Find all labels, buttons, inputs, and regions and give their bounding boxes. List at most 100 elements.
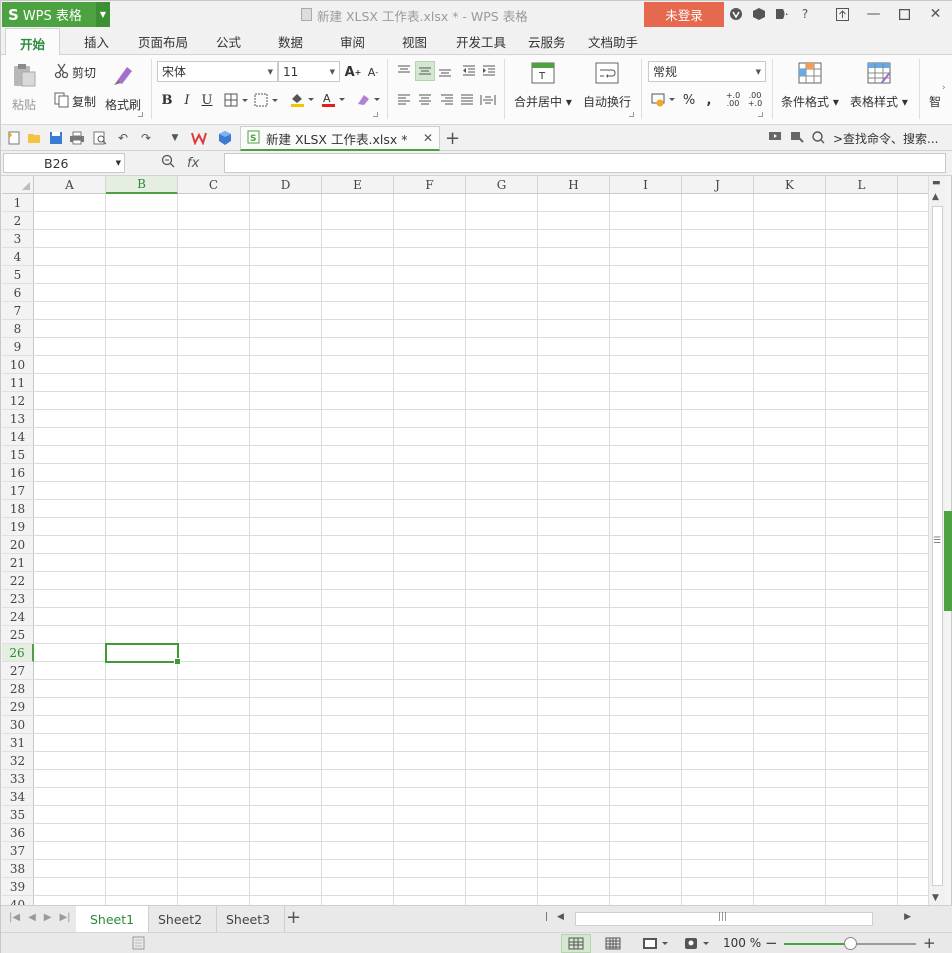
row-header[interactable]: 13 — [2, 410, 34, 428]
increase-font-icon[interactable]: A + — [343, 62, 363, 82]
close-tab-icon[interactable]: ✕ — [423, 131, 433, 145]
horizontal-scroll-thumb[interactable]: ||| — [575, 912, 873, 926]
distributed-icon[interactable] — [478, 90, 498, 110]
column-header[interactable]: F — [394, 176, 466, 194]
horizontal-scrollbar[interactable]: | ◀ ||| ▶ — [545, 912, 913, 926]
row-header[interactable]: 25 — [2, 626, 34, 644]
scroll-right-icon[interactable]: ▶ — [904, 912, 911, 922]
share-icon[interactable] — [790, 131, 804, 146]
row-header[interactable]: 6 — [2, 284, 34, 302]
zoom-slider-knob[interactable] — [844, 937, 857, 950]
scroll-down-icon[interactable]: ▼ — [932, 893, 939, 903]
row-header[interactable]: 10 — [2, 356, 34, 374]
column-header[interactable]: B — [106, 176, 178, 194]
add-sheet-icon[interactable]: + — [286, 907, 301, 928]
new-tab-icon[interactable]: + — [445, 128, 460, 149]
bold-button[interactable]: B — [157, 90, 177, 110]
side-panel-handle[interactable] — [944, 511, 952, 611]
row-header[interactable]: 17 — [2, 482, 34, 500]
row-header[interactable]: 16 — [2, 464, 34, 482]
borders-icon[interactable] — [223, 90, 251, 110]
increase-decimal-button[interactable]: +.0 .00 — [723, 90, 743, 110]
tab-data[interactable]: 数据 — [278, 32, 303, 51]
row-header[interactable]: 36 — [2, 824, 34, 842]
close-icon[interactable]: ✕ — [920, 1, 951, 27]
font-name-select[interactable]: 宋体 ▼ — [157, 61, 278, 82]
wps-icon[interactable] — [191, 130, 207, 146]
vertical-scroll-thumb[interactable] — [932, 206, 943, 886]
column-header[interactable]: D — [250, 176, 322, 194]
conditional-format-button[interactable]: 条件格式 ▾ — [781, 62, 839, 110]
decrease-indent-icon[interactable] — [459, 61, 479, 81]
column-header[interactable]: K — [754, 176, 826, 194]
font-dialog-launcher[interactable] — [373, 112, 378, 117]
row-header[interactable]: 31 — [2, 734, 34, 752]
tab-developer[interactable]: 开发工具 — [456, 32, 506, 51]
row-header[interactable]: 34 — [2, 788, 34, 806]
tab-cloud[interactable]: 云服务 — [528, 32, 566, 51]
more-tools-label[interactable]: 智 — [929, 93, 941, 110]
eye-protection-icon[interactable] — [680, 934, 714, 953]
row-header[interactable]: 33 — [2, 770, 34, 788]
splitter-icon[interactable]: | — [545, 912, 548, 922]
row-header[interactable]: 8 — [2, 320, 34, 338]
cloud-icon[interactable] — [217, 130, 233, 146]
number-format-select[interactable]: 常规 ▼ — [648, 61, 766, 82]
comma-button[interactable]: , — [699, 90, 719, 110]
row-header[interactable]: 5 — [2, 266, 34, 284]
decrease-font-icon[interactable]: A- — [363, 62, 383, 82]
format-painter-button[interactable]: 格式刷 — [105, 63, 141, 113]
row-header[interactable]: 35 — [2, 806, 34, 824]
row-header[interactable]: 9 — [2, 338, 34, 356]
column-header[interactable]: G — [466, 176, 538, 194]
align-left-icon[interactable] — [394, 90, 414, 110]
customize-dropdown-icon[interactable]: ▼ — [167, 130, 183, 146]
name-box[interactable]: B26 ▼ — [3, 153, 125, 173]
help-icon[interactable]: ? — [797, 5, 813, 23]
table-style-button[interactable]: 表格样式 ▾ — [850, 62, 908, 110]
column-header[interactable]: E — [322, 176, 394, 194]
copy-button[interactable]: 复制 — [54, 92, 96, 111]
row-header[interactable]: 38 — [2, 860, 34, 878]
document-tab[interactable]: S 新建 XLSX 工作表.xlsx * ✕ — [240, 126, 440, 151]
row-header[interactable]: 7 — [2, 302, 34, 320]
save-icon[interactable] — [48, 130, 64, 146]
command-search-input[interactable]: >查找命令、搜索... — [833, 130, 939, 147]
tab-doc-assistant[interactable]: 文档助手 — [588, 32, 638, 51]
tab-insert[interactable]: 插入 — [84, 32, 109, 51]
font-color-icon[interactable]: A — [319, 90, 349, 110]
row-header[interactable]: 23 — [2, 590, 34, 608]
column-header[interactable]: C — [178, 176, 250, 194]
column-header[interactable]: J — [682, 176, 754, 194]
vertical-scrollbar[interactable]: ▬ ▲ ☰ ▼ — [928, 176, 945, 905]
new-icon[interactable] — [6, 130, 22, 146]
clipboard-dialog-launcher[interactable] — [138, 112, 143, 117]
cut-button[interactable]: 剪切 — [54, 63, 96, 82]
app-menu-button[interactable]: S WPS 表格 ▼ — [2, 2, 110, 27]
row-header[interactable]: 24 — [2, 608, 34, 626]
page-break-view-icon[interactable] — [598, 934, 628, 953]
align-middle-icon[interactable] — [415, 61, 435, 81]
align-bottom-icon[interactable] — [435, 61, 455, 81]
justify-icon[interactable] — [457, 90, 477, 110]
increase-indent-icon[interactable] — [479, 61, 499, 81]
row-header[interactable]: 30 — [2, 716, 34, 734]
row-header[interactable]: 18 — [2, 500, 34, 518]
sheet-tab-sheet1[interactable]: Sheet1 — [76, 906, 150, 932]
row-header[interactable]: 27 — [2, 662, 34, 680]
brush-icon[interactable] — [774, 5, 790, 23]
paste-button[interactable]: 粘贴 — [11, 63, 37, 113]
present-icon[interactable] — [768, 131, 782, 146]
tab-view[interactable]: 视图 — [402, 32, 427, 51]
zoom-in-icon[interactable]: + — [923, 934, 936, 952]
maximize-icon[interactable] — [889, 1, 920, 27]
sheet-tab-sheet3[interactable]: Sheet3 — [212, 906, 286, 932]
column-header[interactable]: A — [34, 176, 106, 194]
align-top-icon[interactable] — [394, 61, 414, 81]
alignment-dialog-launcher[interactable] — [629, 112, 634, 117]
preview-icon[interactable] — [92, 130, 108, 146]
zoom-slider[interactable] — [784, 937, 916, 950]
font-size-select[interactable]: 11 ▼ — [278, 61, 340, 82]
normal-view-icon[interactable] — [561, 934, 591, 953]
login-button[interactable]: 未登录 — [644, 2, 724, 27]
